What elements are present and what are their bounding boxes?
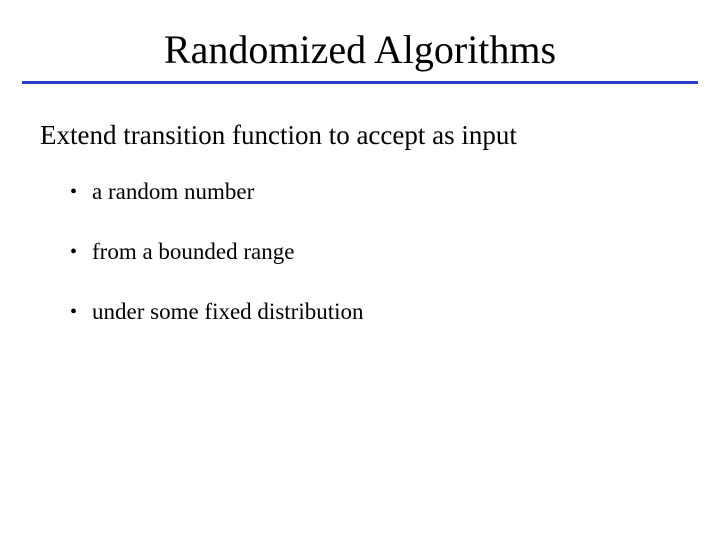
list-item: from a bounded range [70,239,680,265]
bullet-list: a random number from a bounded range und… [70,179,680,325]
list-item: a random number [70,179,680,205]
lead-text: Extend transition function to accept as … [40,120,680,151]
list-item: under some fixed distribution [70,299,680,325]
slide: Randomized Algorithms Extend transition … [0,0,720,540]
slide-body: Extend transition function to accept as … [0,84,720,325]
slide-title: Randomized Algorithms [0,0,720,81]
